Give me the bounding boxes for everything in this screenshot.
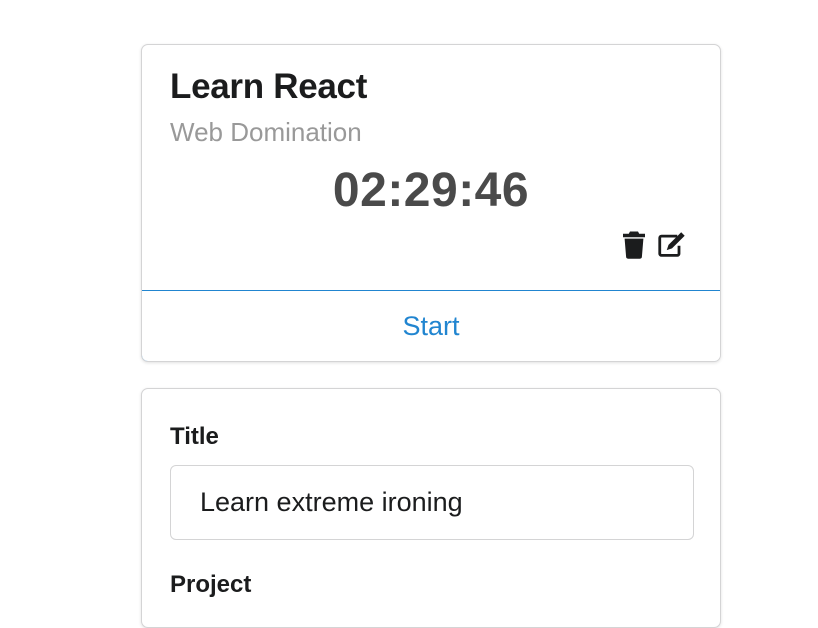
- trash-icon[interactable]: [620, 229, 648, 259]
- timer-form-card: Title Project: [141, 388, 721, 628]
- title-label: Title: [170, 423, 219, 450]
- title-input[interactable]: [170, 465, 694, 540]
- timer-card-content: Learn React Web Domination 02:29:46: [142, 45, 720, 291]
- timer-title: Learn React: [170, 67, 368, 106]
- project-label: Project: [170, 571, 252, 598]
- timer-card: Learn React Web Domination 02:29:46 Star…: [141, 44, 721, 362]
- timer-project: Web Domination: [170, 117, 362, 147]
- edit-icon[interactable]: [658, 229, 686, 259]
- start-button[interactable]: Start: [142, 290, 720, 361]
- timer-actions: [620, 229, 686, 259]
- elapsed-time: 02:29:46: [332, 164, 530, 217]
